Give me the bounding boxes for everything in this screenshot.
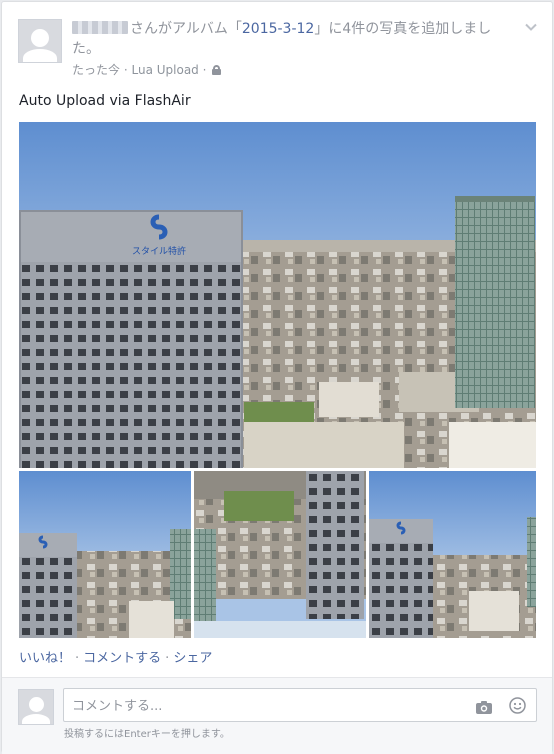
story-headline: さんがアルバム「2015-3-12」に4件の写真を追加しました。 — [72, 19, 512, 59]
viewer-avatar[interactable] — [18, 689, 54, 725]
comment-input[interactable] — [72, 696, 452, 716]
chevron-down-icon[interactable] — [524, 20, 538, 34]
meta-separator: · — [123, 63, 128, 77]
feed-story-card: さんがアルバム「2015-3-12」に4件の写真を追加しました。 たった今 · … — [1, 1, 553, 754]
avatar-body-shape — [23, 49, 57, 62]
timestamp[interactable]: たった今 — [72, 63, 120, 77]
lock-icon[interactable] — [212, 65, 222, 75]
camera-icon[interactable] — [476, 699, 492, 714]
photo-thumb-2[interactable] — [194, 471, 366, 638]
avatar-head-shape — [31, 29, 49, 47]
story-actions: いいね！ · コメントする · シェア — [19, 650, 212, 668]
action-separator: · — [165, 651, 170, 666]
comment-hint: 投稿するにはEnterキーを押します。 — [64, 729, 230, 740]
building-logo-text: スタイル特許 — [132, 245, 186, 257]
comment-link[interactable]: コメントする — [83, 651, 161, 666]
avatar-body-shape — [22, 714, 50, 724]
meta-separator: · — [202, 63, 207, 77]
avatar-head-shape — [29, 697, 44, 712]
action-separator: · — [75, 651, 80, 666]
app-name[interactable]: Lua Upload — [132, 63, 199, 77]
author-avatar[interactable] — [18, 19, 62, 63]
author-name-redacted[interactable] — [72, 21, 128, 34]
story-text-before: さんがアルバム「 — [130, 21, 242, 37]
story-meta: たった今 · Lua Upload · — [72, 62, 222, 78]
smiley-icon[interactable] — [509, 697, 526, 714]
photo-main[interactable]: スタイル特許 — [19, 122, 536, 468]
photo-thumb-3[interactable] — [369, 471, 536, 638]
album-link[interactable]: 2015-3-12 — [242, 21, 314, 37]
share-link[interactable]: シェア — [173, 651, 212, 666]
post-message: Auto Upload via FlashAir — [19, 93, 191, 109]
comment-box — [63, 688, 537, 722]
like-link[interactable]: いいね！ — [19, 651, 71, 666]
photo-thumb-1[interactable] — [19, 471, 191, 638]
